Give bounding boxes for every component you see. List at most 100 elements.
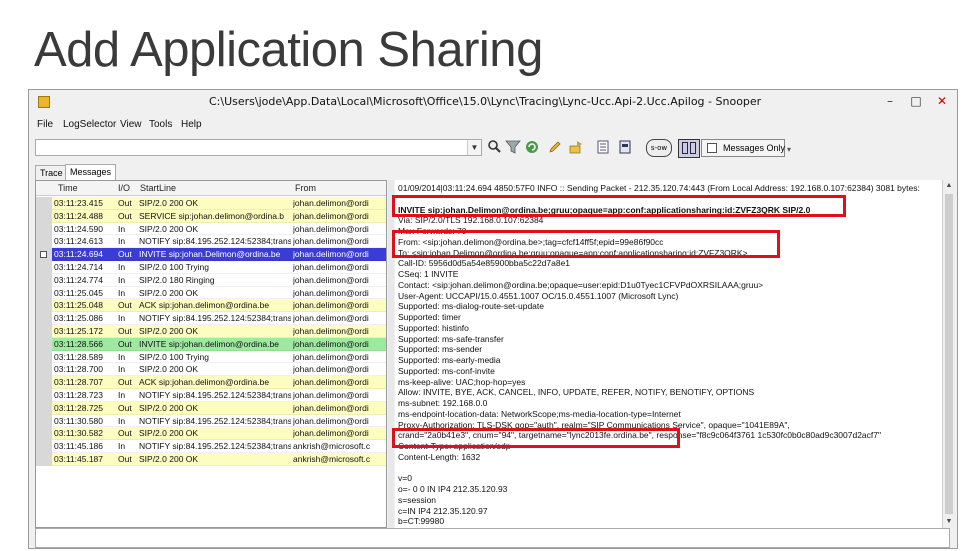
cell-from: johan.delimon@ordi [293,300,369,311]
table-row[interactable]: 03:11:28.700 In SIP/2.0 200 OK johan.delimo… [36,363,386,377]
row-selector[interactable] [36,376,52,389]
detail-line: Supported: histinfo [398,322,469,333]
scroll-thumb[interactable] [945,194,953,514]
row-selector[interactable] [36,299,52,313]
table-row[interactable]: 03:11:28.723 In NOTIFY sip:84.195.252.124:… [36,388,386,402]
document-icon[interactable] [594,139,612,157]
table-row[interactable]: 03:11:24.488 Out SERVICE sip:johan.delimon… [36,209,386,223]
row-selector[interactable] [36,401,52,415]
scroll-down-icon[interactable]: ▼ [943,516,955,528]
row-selector[interactable] [36,363,52,377]
detail-line: ms-subnet: 192.168.0.0 [398,398,488,408]
row-selector[interactable] [36,337,52,351]
menu-view[interactable]: View [120,119,142,130]
combo-dropdown-button[interactable]: ▼ [467,140,481,155]
page-icon[interactable] [616,139,634,157]
row-selector[interactable] [36,286,52,300]
menu-tools[interactable]: Tools [149,119,172,130]
tab-messages[interactable]: Messages [65,164,117,180]
table-row[interactable]: 03:11:24.590 In SIP/2.0 200 OK johan.delimo… [36,222,386,236]
table-row[interactable]: 03:11:30.582 Out SIP/2.0 200 OK johan.delim… [36,427,386,441]
highlight-invite-line [392,195,846,217]
cell-startline: SIP/2.0 200 OK [139,428,199,439]
menu-help[interactable]: Help [181,119,202,130]
export-icon[interactable] [567,139,585,157]
tab-trace[interactable]: Trace [35,165,68,180]
table-row[interactable]: 03:11:24.694 Out INVITE sip:johan.Delimon@… [36,248,386,261]
row-selector[interactable] [36,452,52,466]
cell-startline: SIP/2.0 100 Trying [139,351,209,362]
menu-bar: File LogSelector View Tools Help [29,116,957,134]
table-row[interactable]: 03:11:28.707 Out ACK sip:johan.delimon@ord… [36,376,386,389]
table-row[interactable]: 03:11:25.048 Out ACK sip:johan.delimon@ord… [36,299,386,313]
cell-from: johan.delimon@ordi [293,415,369,426]
tab-strip: Trace Messages [29,164,409,180]
list-header: Time I/O StartLine From [36,181,386,196]
toolbar-overflow-icon[interactable]: ▾ [787,145,791,154]
table-row[interactable]: 03:11:28.725 Out SIP/2.0 200 OK johan.delim… [36,401,386,415]
messages-only-checkbox[interactable] [707,143,717,153]
cell-time: 03:11:25.172 [54,325,103,336]
cell-io: In [118,389,126,400]
messages-only-toggle[interactable]: Messages Only [701,139,785,157]
format-toggle-icon[interactable]: s-ow [646,139,672,157]
row-selector[interactable] [36,414,52,428]
menu-logselector[interactable]: LogSelector [63,119,116,130]
row-selector[interactable] [36,260,52,274]
row-selector[interactable] [36,197,52,210]
table-row[interactable]: 03:11:25.045 In SIP/2.0 200 OK johan.delimo… [36,286,386,300]
row-selector[interactable] [36,248,52,261]
column-header-time[interactable]: Time [58,183,78,193]
table-row[interactable]: 03:11:45.187 Out SIP/2.0 200 OK ankrish@mic… [36,452,386,466]
row-selector[interactable] [36,235,52,249]
row-selector[interactable] [36,209,52,223]
column-header-from[interactable]: From [295,183,316,193]
cell-time: 03:11:25.086 [54,313,103,324]
column-header-startline[interactable]: StartLine [140,183,176,193]
table-row[interactable]: 03:11:25.086 In NOTIFY sip:84.195.252.124:… [36,312,386,325]
detail-scrollbar[interactable]: ▲ ▼ [942,180,955,528]
menu-file[interactable]: File [37,119,53,130]
cell-from: johan.delimon@ordi [293,287,369,298]
row-selector[interactable] [36,312,52,325]
cell-io: Out [118,249,132,260]
edit-icon[interactable] [546,139,564,157]
detail-line: Call-ID: 5956d0d5a54e85900bba5c22d7a8e1 [398,258,571,269]
maximize-button[interactable]: □ [903,92,929,110]
split-view-icon[interactable] [678,139,700,158]
cell-startline: NOTIFY sip:84.195.252.124:52384;trans [139,313,291,324]
window-title: C:\Users\jode\App.Data\Local\Microsoft\O… [209,95,762,108]
row-selector[interactable] [36,273,52,287]
table-row[interactable]: 03:11:24.613 In NOTIFY sip:84.195.252.124:… [36,235,386,249]
message-rows: 03:11:23.415 Out SIP/2.0 200 OK johan.delim… [36,197,386,466]
cell-io: In [118,274,126,285]
refresh-icon[interactable] [523,139,541,157]
row-selector[interactable] [36,222,52,236]
table-row[interactable]: 03:11:30.580 In NOTIFY sip:84.195.252.124:… [36,414,386,428]
cell-startline: SERVICE sip:johan.delimon@ordina.b [139,210,285,221]
row-selector[interactable] [36,440,52,453]
filter-icon[interactable] [504,139,522,157]
search-input[interactable]: ▼ [35,139,482,156]
table-row[interactable]: 03:11:45.186 In NOTIFY sip:84.195.252.124:… [36,440,386,453]
row-selector[interactable] [36,388,52,402]
cell-startline: SIP/2.0 200 OK [139,325,199,336]
table-row[interactable]: 03:11:23.415 Out SIP/2.0 200 OK johan.delim… [36,197,386,210]
search-icon[interactable] [485,139,503,157]
table-row[interactable]: 03:11:28.566 Out INVITE sip:johan.delimon@… [36,337,386,351]
scroll-up-icon[interactable]: ▲ [943,180,955,192]
row-selector[interactable] [36,427,52,441]
minimize-button[interactable]: – [877,92,903,110]
table-row[interactable]: 03:11:25.172 Out SIP/2.0 200 OK johan.delim… [36,324,386,338]
table-row[interactable]: 03:11:24.774 In SIP/2.0 180 Ringing johan.d… [36,273,386,287]
detail-line: ms-endpoint-location-data: NetworkScope;… [398,408,681,419]
close-button[interactable]: ✕ [929,92,955,110]
table-row[interactable]: 03:11:24.714 In SIP/2.0 100 Trying johan.de… [36,260,386,274]
cell-io: Out [118,210,132,221]
row-selector[interactable] [36,324,52,338]
detail-line: Supported: ms-early-media [398,355,501,365]
detail-line: CSeq: 1 INVITE [398,269,459,279]
table-row[interactable]: 03:11:28.589 In SIP/2.0 100 Trying johan.de… [36,350,386,364]
column-header-io[interactable]: I/O [118,183,130,193]
row-selector[interactable] [36,350,52,364]
